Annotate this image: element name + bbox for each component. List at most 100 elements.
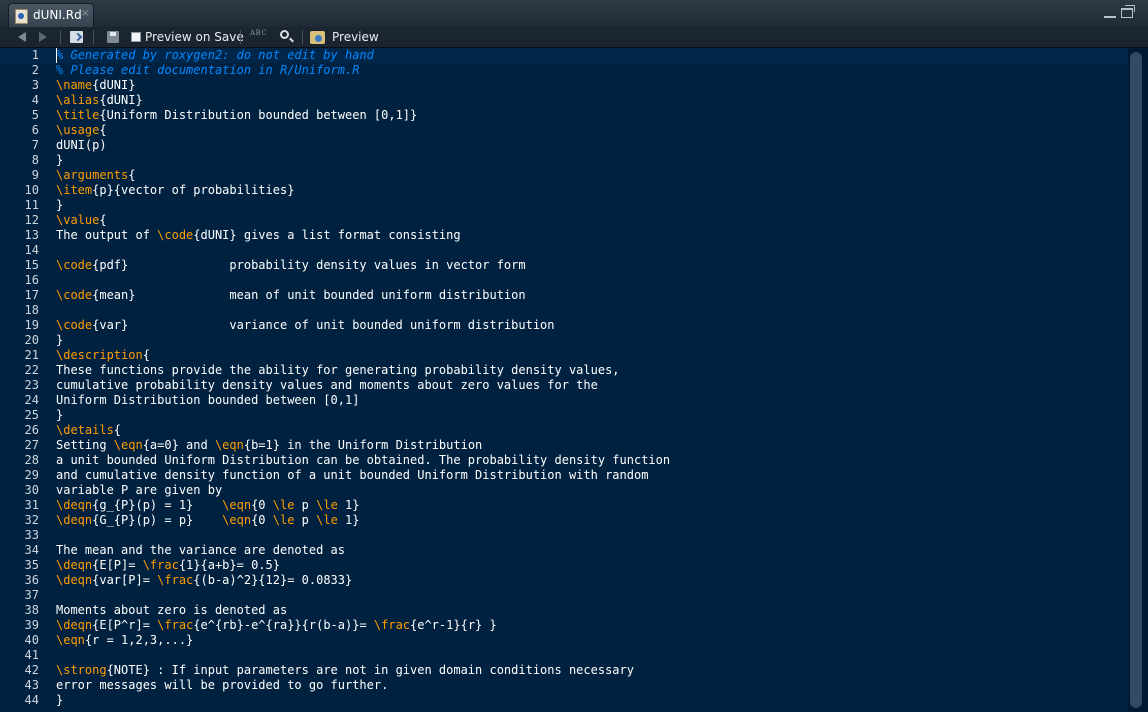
line-text: } xyxy=(56,153,63,168)
line-text: % Generated by roxygen2: do not edit by … xyxy=(56,48,374,63)
rd-keyword: \frac xyxy=(142,558,179,572)
scrollbar-thumb[interactable] xyxy=(1130,52,1142,708)
code-line[interactable]: 28 a unit bounded Uniform Distribution ca… xyxy=(0,453,1128,468)
code-line[interactable]: 7 dUNI(p) xyxy=(0,138,1128,153)
line-number: 34 xyxy=(24,543,39,557)
plain-text: p xyxy=(294,498,317,512)
tab-bar: dUNI.Rd × xyxy=(0,0,1148,28)
code-line[interactable]: 37 xyxy=(0,588,1128,603)
preview-icon[interactable] xyxy=(310,31,325,44)
line-text: The mean and the variance are denoted as xyxy=(56,543,345,558)
code-line[interactable]: 43 error messages will be provided to go … xyxy=(0,678,1128,693)
rd-keyword: \eqn xyxy=(56,633,85,647)
line-number: 30 xyxy=(24,483,39,497)
code-line[interactable]: 17 \code{mean} mean of unit bounded unifo… xyxy=(0,288,1128,303)
code-line[interactable]: 3 \name{dUNI} xyxy=(0,78,1128,93)
close-icon[interactable]: × xyxy=(81,8,89,19)
rd-keyword: \code xyxy=(56,318,93,332)
code-line[interactable]: 40 \eqn{r = 1,2,3,...} xyxy=(0,633,1128,648)
rd-keyword: \title xyxy=(56,108,100,122)
line-text: dUNI(p) xyxy=(56,138,107,153)
code-line[interactable]: 22 These functions provide the ability fo… xyxy=(0,363,1128,378)
back-arrow-icon[interactable] xyxy=(16,29,30,45)
plain-text: { xyxy=(113,423,122,437)
vertical-scrollbar[interactable] xyxy=(1128,48,1148,712)
tab-duni-rd[interactable]: dUNI.Rd × xyxy=(8,3,94,27)
code-line[interactable]: 39 \deqn{E[P^r]= \frac{e^{rb}-e^{ra}}{r(b… xyxy=(0,618,1128,633)
code-line[interactable]: 30 variable P are given by xyxy=(0,483,1128,498)
code-line[interactable]: 36 \deqn{var[P]= \frac{(b-a)^2}{12}= 0.08… xyxy=(0,573,1128,588)
line-number: 35 xyxy=(24,558,39,572)
code-line[interactable]: 1 % Generated by roxygen2: do not edit by… xyxy=(0,48,1128,63)
rd-keyword: \eqn xyxy=(222,513,252,527)
maximize-pane-icon[interactable] xyxy=(1121,5,1135,18)
preview-button[interactable]: Preview xyxy=(332,30,379,46)
plain-text: These functions provide the ability for … xyxy=(56,363,620,377)
line-number: 2 xyxy=(31,63,39,77)
code-line[interactable]: 35 \deqn{E[P]= \frac{1}{a+b}= 0.5} xyxy=(0,558,1128,573)
plain-text: error messages will be provided to go fu… xyxy=(56,678,389,692)
line-number: 14 xyxy=(24,243,39,257)
plain-text: } xyxy=(56,198,64,212)
code-line[interactable]: 11} xyxy=(0,198,1128,213)
code-line[interactable]: 16 xyxy=(0,273,1128,288)
line-text: \title{Uniform Distribution bounded betw… xyxy=(56,108,417,123)
code-line[interactable]: 9 \arguments{ xyxy=(0,168,1128,183)
minimize-pane-icon[interactable] xyxy=(1104,8,1116,18)
code-line[interactable]: 25} xyxy=(0,408,1128,423)
code-line[interactable]: 13 The output of \code{dUNI} gives a list… xyxy=(0,228,1128,243)
code-line[interactable]: 12 \value{ xyxy=(0,213,1128,228)
save-icon[interactable] xyxy=(107,31,119,43)
code-line[interactable]: 33 xyxy=(0,528,1128,543)
code-line[interactable]: 15 \code{pdf} probability density values … xyxy=(0,258,1128,273)
rd-keyword: \arguments xyxy=(56,168,129,182)
text-cursor xyxy=(56,48,57,63)
show-in-window-icon[interactable] xyxy=(70,31,83,43)
preview-on-save-checkbox[interactable] xyxy=(131,32,141,42)
code-line[interactable]: 23 cumulative probability density values … xyxy=(0,378,1128,393)
forward-arrow-icon[interactable] xyxy=(36,29,50,45)
code-line[interactable]: 24 Uniform Distribution bounded between [… xyxy=(0,393,1128,408)
line-number: 40 xyxy=(24,633,39,647)
plain-text: {Uniform Distribution bounded between [0… xyxy=(99,108,418,122)
rd-keyword: \deqn xyxy=(56,513,93,527)
code-line[interactable]: 21 \description{ xyxy=(0,348,1128,363)
code-line[interactable]: 42 \strong{NOTE} : If input parameters ar… xyxy=(0,663,1128,678)
line-number: 5 xyxy=(31,108,39,122)
toolbar-divider xyxy=(240,30,241,44)
code-line[interactable]: 18 xyxy=(0,303,1128,318)
code-line[interactable]: 8} xyxy=(0,153,1128,168)
rd-keyword: \deqn xyxy=(56,498,93,512)
code-line[interactable]: 10 \item{p}{vector of probabilities} xyxy=(0,183,1128,198)
code-line[interactable]: 44} xyxy=(0,693,1128,708)
line-number: 32 xyxy=(24,513,39,527)
code-line[interactable]: 34 The mean and the variance are denoted … xyxy=(0,543,1128,558)
rd-keyword: \eqn xyxy=(222,498,252,512)
plain-text: The mean and the variance are denoted as xyxy=(56,543,345,557)
preview-on-save-label[interactable]: Preview on Save xyxy=(145,30,244,46)
search-icon[interactable] xyxy=(280,30,289,39)
code-line[interactable]: 20} xyxy=(0,333,1128,348)
code-line[interactable]: 4 \alias{dUNI} xyxy=(0,93,1128,108)
code-line[interactable]: 19 \code{var} variance of unit bounded un… xyxy=(0,318,1128,333)
code-line[interactable]: 32 \deqn{G_{P}(p) = p} \eqn{0 \le p \le 1… xyxy=(0,513,1128,528)
spellcheck-icon[interactable]: ABC xyxy=(250,29,267,45)
code-line[interactable]: 27 Setting \eqn{a=0} and \eqn{b=1} in the… xyxy=(0,438,1128,453)
code-editor[interactable]: 1 % Generated by roxygen2: do not edit by… xyxy=(0,48,1128,712)
code-line[interactable]: 29 and cumulative density function of a u… xyxy=(0,468,1128,483)
code-line[interactable]: 31 \deqn{g_{P}(p) = 1} \eqn{0 \le p \le 1… xyxy=(0,498,1128,513)
code-line[interactable]: 2 % Please edit documentation in R/Unifor… xyxy=(0,63,1128,78)
line-text: \code{pdf} probability density values in… xyxy=(56,258,526,273)
line-number: 16 xyxy=(24,273,39,287)
toolbar-divider xyxy=(302,30,303,44)
code-line[interactable]: 14 xyxy=(0,243,1128,258)
line-number: 29 xyxy=(24,468,39,482)
code-line[interactable]: 41 xyxy=(0,648,1128,663)
line-text: Moments about zero is denoted as xyxy=(56,603,287,618)
code-line[interactable]: 26 \details{ xyxy=(0,423,1128,438)
code-line[interactable]: 5 \title{Uniform Distribution bounded bet… xyxy=(0,108,1128,123)
code-line[interactable]: 38 Moments about zero is denoted as xyxy=(0,603,1128,618)
rd-keyword: \frac xyxy=(373,618,411,632)
plain-text: {0 xyxy=(251,513,273,527)
code-line[interactable]: 6 \usage{ xyxy=(0,123,1128,138)
